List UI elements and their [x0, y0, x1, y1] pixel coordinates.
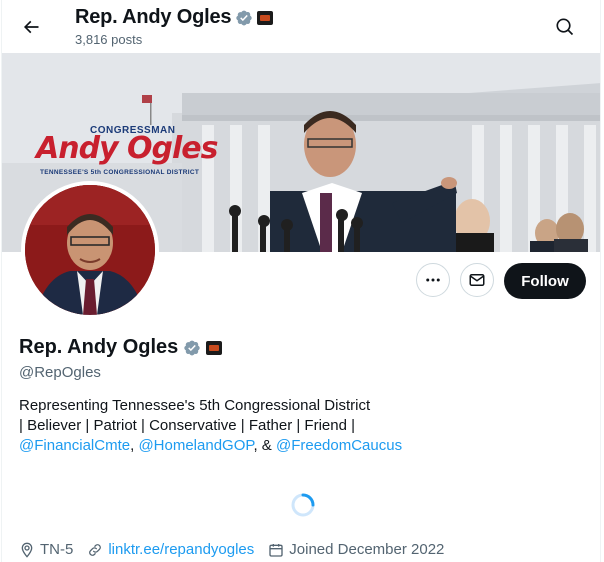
- back-arrow-icon: [23, 20, 39, 34]
- bio-line-3: @FinancialCmte, @HomelandGOP, & @Freedom…: [19, 436, 579, 456]
- location-item: TN-5: [19, 541, 73, 558]
- mention-financialcmte[interactable]: @FinancialCmte: [19, 437, 130, 454]
- more-options-button[interactable]: [416, 263, 450, 297]
- calendar-icon: [269, 543, 283, 557]
- link-icon: [89, 543, 102, 556]
- search-button[interactable]: [548, 10, 582, 44]
- profile-name: Rep. Andy Ogles: [19, 336, 179, 358]
- bio-separator-2: , &: [253, 437, 276, 454]
- profile-meta: TN-5 linktr.ee/repandyogles Joined Decem…: [19, 541, 444, 558]
- joined-item: Joined December 2022: [268, 541, 444, 558]
- profile-name-row: Rep. Andy Ogles: [19, 336, 223, 359]
- bio-line-2: | Believer | Patriot | Conservative | Fa…: [19, 417, 356, 434]
- message-button[interactable]: [460, 263, 494, 297]
- brand-name: Andy Ogles: [36, 131, 219, 166]
- top-bar: Rep. Andy Ogles 3,816 posts: [2, 0, 600, 53]
- website-link[interactable]: linktr.ee/repandyogles: [108, 541, 254, 558]
- back-button[interactable]: [14, 10, 48, 44]
- joined-text: Joined December 2022: [289, 541, 445, 558]
- follow-button[interactable]: Follow: [504, 263, 586, 299]
- government-affiliation-icon: [257, 10, 274, 25]
- location-icon: [21, 542, 33, 558]
- profile-bio: Representing Tennessee's 5th Congression…: [19, 396, 579, 456]
- avatar-photo: [25, 185, 155, 315]
- header-name-row: Rep. Andy Ogles: [75, 6, 274, 29]
- profile-page: Rep. Andy Ogles 3,816 posts CONGRESSMAN …: [1, 0, 601, 562]
- location-text: TN-5: [40, 541, 74, 558]
- bio-line-1: Representing Tennessee's 5th Congression…: [19, 397, 371, 414]
- mention-homelandgop[interactable]: @HomelandGOP: [138, 437, 253, 454]
- posts-count: 3,816 posts: [75, 32, 143, 47]
- mention-freedomcaucus[interactable]: @FreedomCaucus: [276, 437, 402, 454]
- verified-badge-icon: [236, 10, 252, 25]
- brand-subtitle: TENNESSEE'S 5th CONGRESSIONAL DISTRICT: [40, 169, 200, 176]
- more-icon: [426, 278, 440, 282]
- mail-icon: [469, 274, 485, 286]
- banner-brand-logo: CONGRESSMAN Andy Ogles TENNESSEE'S 5th C…: [32, 125, 242, 195]
- header-title: Rep. Andy Ogles: [75, 6, 232, 28]
- search-icon: [556, 18, 574, 36]
- verified-badge-icon[interactable]: [183, 339, 201, 357]
- profile-handle: @RepOgles: [19, 364, 101, 381]
- government-affiliation-icon[interactable]: [206, 340, 223, 355]
- avatar[interactable]: [21, 181, 159, 319]
- website-item: linktr.ee/repandyogles: [87, 541, 254, 558]
- loading-spinner-icon: [291, 493, 315, 517]
